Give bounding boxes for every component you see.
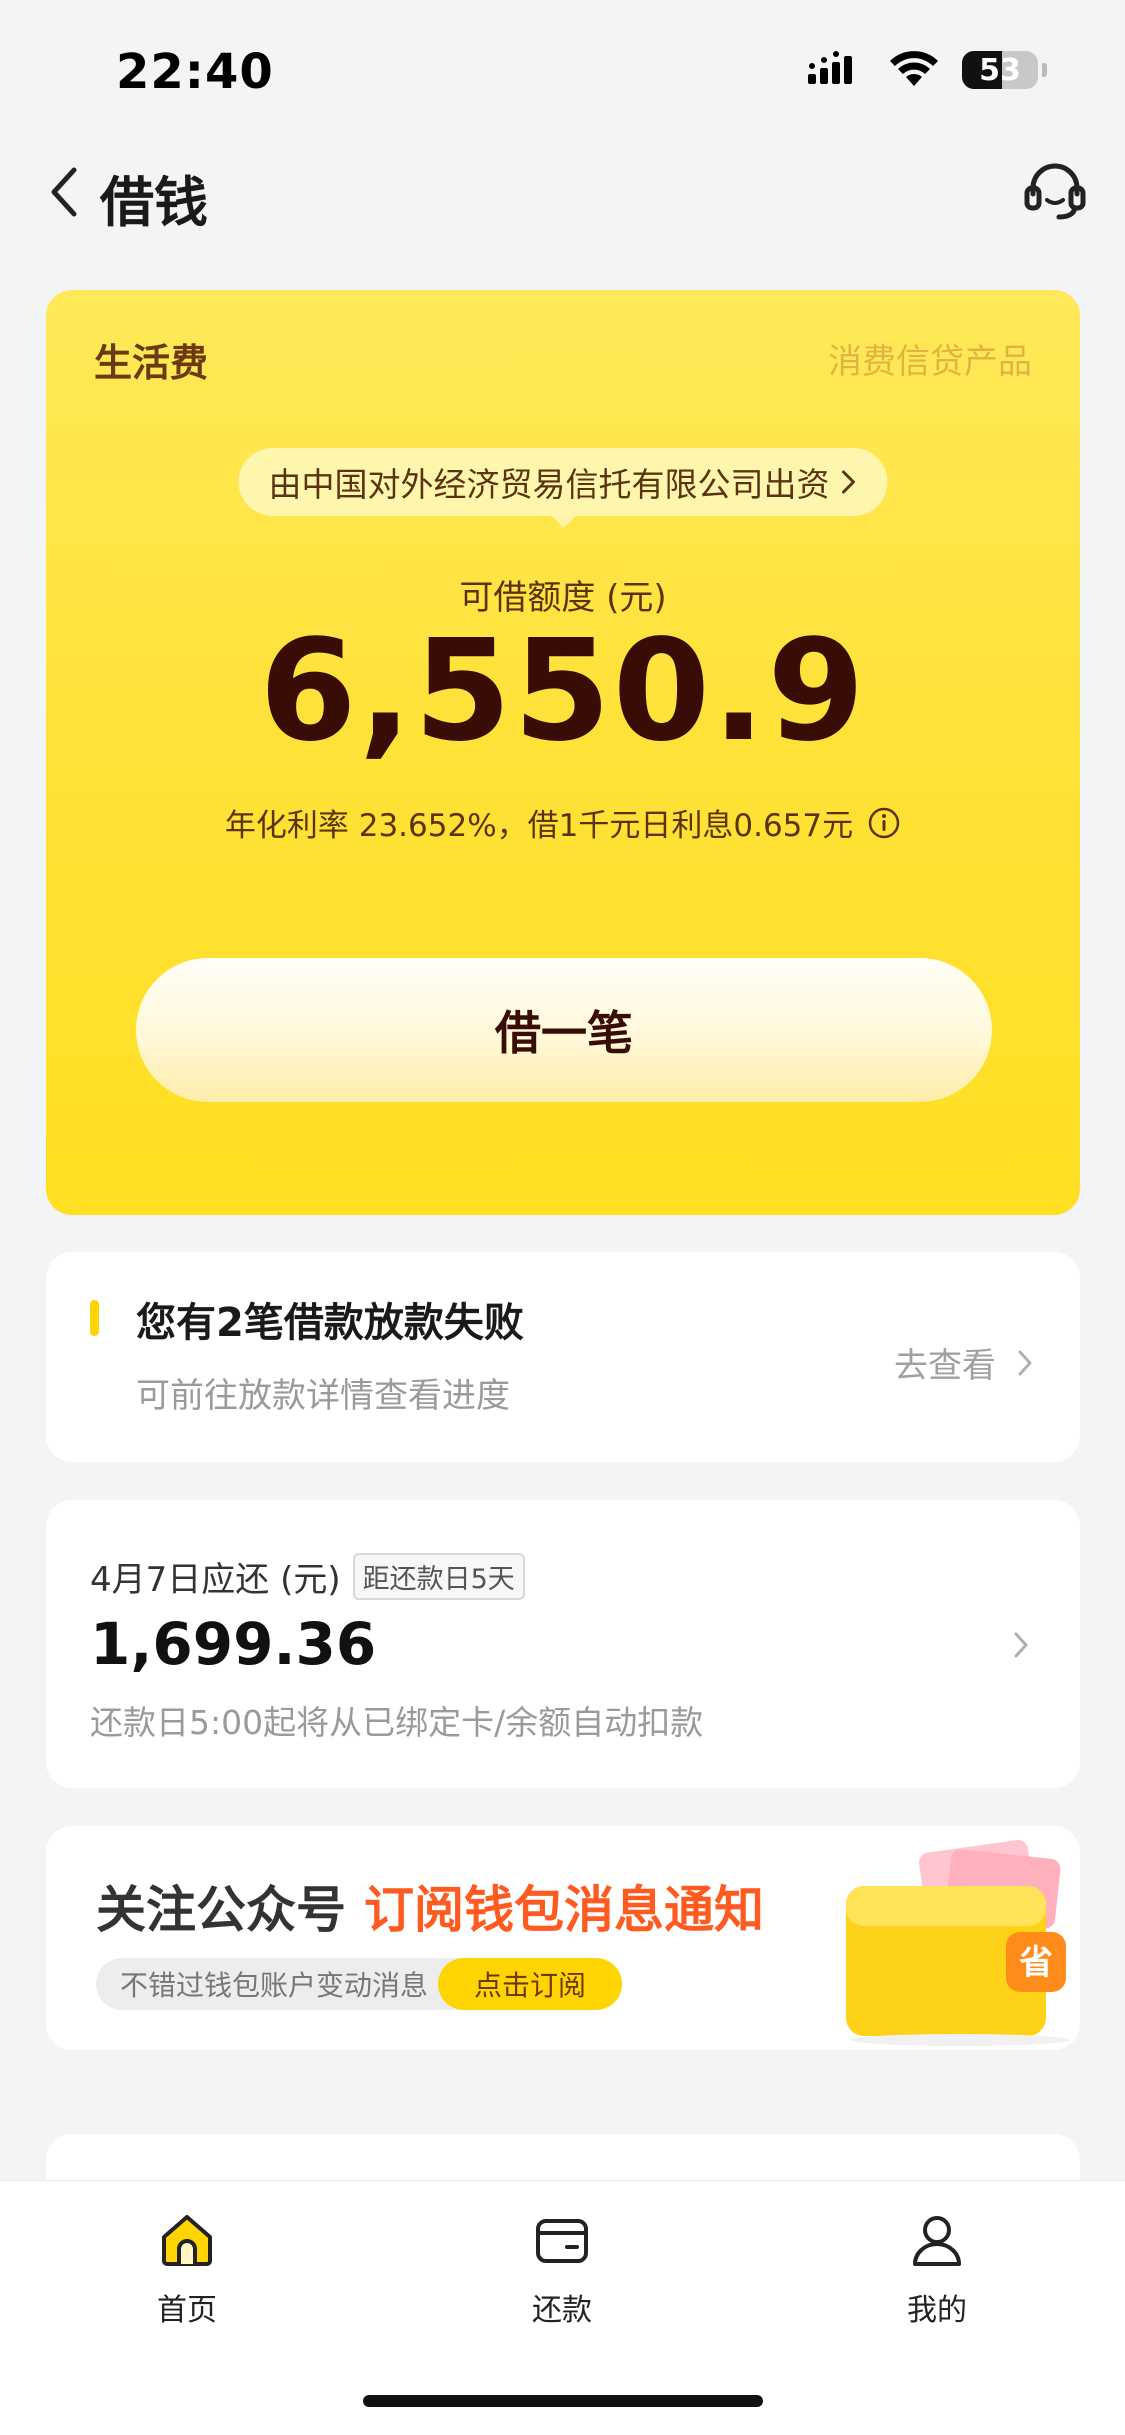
repayment-amount: 1,699.36: [90, 1610, 377, 1678]
repayment-card[interactable]: 4月7日应还 (元) 距还款日5天 1,699.36 还款日5:00起将从已绑定…: [46, 1500, 1080, 1788]
interest-rate-text: 年化利率 23.652%，借1千元日利息0.657元: [224, 808, 854, 844]
tab-home[interactable]: 首页: [87, 2211, 287, 2329]
chevron-left-icon[interactable]: [44, 164, 84, 220]
subscribe-banner[interactable]: 关注公众号 订阅钱包消息通知 不错过钱包账户变动消息 点击订阅 省: [46, 1826, 1080, 2050]
subscribe-title-text: 关注公众号: [96, 1881, 346, 1939]
view-details-link[interactable]: 去查看: [894, 1338, 1034, 1387]
chevron-right-icon: [1014, 1632, 1028, 1658]
chevron-right-icon: [1018, 1350, 1032, 1375]
wallet-label: 省: [1019, 1943, 1053, 1983]
auto-debit-note: 还款日5:00起将从已绑定卡/余额自动扣款: [90, 1703, 704, 1742]
signal-icon: [808, 51, 852, 84]
subscribe-button[interactable]: 点击订阅: [438, 1958, 623, 2010]
failure-subtitle: 可前往放款详情查看进度: [136, 1376, 510, 1416]
loan-product-label: 生活费: [94, 341, 209, 385]
wallet-illustration: 省: [846, 1840, 1070, 2046]
status-bar: 22:40 53: [0, 0, 1125, 140]
home-icon: [162, 2215, 212, 2266]
lender-text: 由中国对外经济贸易信托有限公司出资: [268, 465, 830, 504]
battery-percent: 53: [979, 52, 1021, 88]
view-details-label: 去查看: [894, 1346, 996, 1386]
subscribe-title: 关注公众号 订阅钱包消息通知: [96, 1870, 764, 1942]
limit-amount: 6,550.9: [259, 610, 867, 773]
wallet-icon: [536, 2219, 588, 2263]
status-indicators: 53: [806, 50, 1047, 90]
product-type-tag: 消费信贷产品: [828, 342, 1032, 382]
page-title: 借钱: [100, 171, 208, 234]
headset-icon[interactable]: [1023, 160, 1087, 222]
loan-card: 生活费 消费信贷产品 由中国对外经济贸易信托有限公司出资 可借额度 (元) 6,…: [46, 290, 1080, 1215]
info-icon[interactable]: [867, 806, 901, 840]
interest-rate-line: 年化利率 23.652%，借1千元日利息0.657元: [46, 800, 1080, 845]
lender-pill[interactable]: 由中国对外经济贸易信托有限公司出资: [238, 448, 888, 528]
nav-header: 借钱: [0, 140, 1125, 240]
days-until-due-badge: 距还款日5天: [352, 1553, 525, 1600]
tab-label: 首页: [157, 2293, 217, 2328]
borrow-button[interactable]: 借一笔: [136, 958, 992, 1102]
accent-bar: [90, 1300, 99, 1336]
subscribe-pill-text: 不错过钱包账户变动消息: [120, 1969, 429, 2002]
loan-failure-card[interactable]: 您有2笔借款放款失败 可前往放款详情查看进度 去查看: [46, 1252, 1080, 1462]
tab-label: 我的: [907, 2293, 967, 2328]
battery-indicator: 53: [962, 51, 1038, 89]
subscribe-pill: 不错过钱包账户变动消息 点击订阅: [96, 1958, 623, 2010]
wifi-icon: [890, 51, 938, 86]
repayment-header: 4月7日应还 (元) 距还款日5天: [90, 1552, 525, 1601]
tab-repayment[interactable]: 还款: [462, 2211, 662, 2329]
tab-mine[interactable]: 我的: [837, 2211, 1037, 2329]
repayment-due-label: 4月7日应还 (元): [90, 1560, 341, 1600]
subscribe-highlight: 订阅钱包消息通知: [364, 1881, 764, 1939]
tab-label: 还款: [532, 2293, 592, 2328]
battery-tip: [1042, 63, 1047, 77]
failure-title: 您有2笔借款放款失败: [136, 1300, 524, 1346]
chevron-right-icon: [842, 470, 855, 494]
home-indicator: [363, 2395, 763, 2407]
person-icon: [913, 2216, 961, 2266]
status-time: 22:40: [116, 44, 274, 100]
